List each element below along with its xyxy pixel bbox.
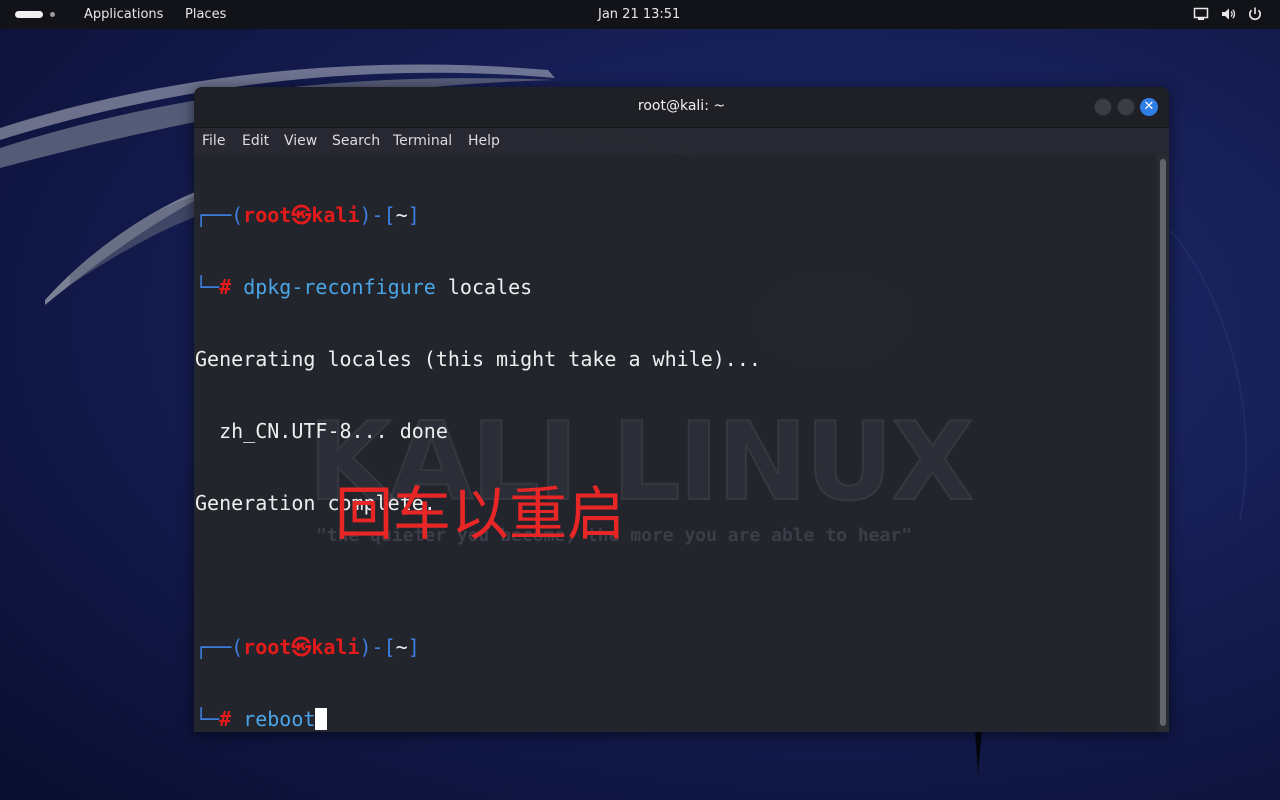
workspace-indicator-inactive [50, 12, 55, 17]
command-reboot: reboot [243, 707, 316, 731]
command-line-1: └─# dpkg-reconfigure locales [195, 275, 533, 299]
screen-icon[interactable] [1193, 6, 1209, 22]
close-button[interactable]: ✕ [1140, 98, 1158, 116]
terminal-scrollbar[interactable] [1157, 155, 1169, 732]
command-dpkg: dpkg-reconfigure [243, 275, 436, 299]
prompt-line-2: ┌──(root㉿kali)-[~] [195, 635, 420, 659]
text-cursor [315, 708, 328, 730]
output-line: Generating locales (this might take a wh… [195, 347, 761, 371]
terminal-window[interactable]: root@kali: ~ ✕ File Edit View Search Ter… [194, 87, 1169, 732]
window-titlebar[interactable]: root@kali: ~ ✕ [194, 87, 1169, 128]
clock[interactable]: Jan 21 13:51 [598, 7, 680, 22]
terminal-menubar: File Edit View Search Terminal Help [194, 128, 1169, 155]
close-icon: ✕ [1143, 99, 1155, 114]
maximize-button[interactable] [1117, 98, 1135, 116]
terminal-output[interactable]: ┌──(root㉿kali)-[~] └─# dpkg-reconfigure … [195, 155, 761, 732]
command-args: locales [435, 275, 533, 299]
menu-view[interactable]: View [284, 133, 317, 149]
menu-search[interactable]: Search [332, 133, 380, 149]
workspace-indicator-active [15, 11, 43, 18]
prompt-line-1: ┌──(root㉿kali)-[~] [195, 203, 420, 227]
menu-help[interactable]: Help [468, 133, 500, 149]
power-icon[interactable] [1247, 6, 1263, 22]
menu-file[interactable]: File [202, 133, 225, 149]
annotation-press-enter-to-reboot: 回车以重启 [335, 480, 626, 548]
minimize-button[interactable] [1094, 98, 1112, 116]
places-menu[interactable]: Places [185, 7, 226, 22]
top-panel: Applications Places Jan 21 13:51 [0, 0, 1280, 29]
volume-icon[interactable] [1220, 6, 1236, 22]
applications-menu[interactable]: Applications [84, 7, 163, 22]
scrollbar-thumb[interactable] [1160, 159, 1166, 726]
menu-edit[interactable]: Edit [242, 133, 269, 149]
output-line: zh_CN.UTF-8... done [195, 419, 448, 443]
command-line-2: └─# reboot [195, 707, 761, 731]
menu-terminal[interactable]: Terminal [393, 133, 452, 149]
window-title: root@kali: ~ [637, 98, 726, 114]
activities-button[interactable] [15, 10, 57, 20]
